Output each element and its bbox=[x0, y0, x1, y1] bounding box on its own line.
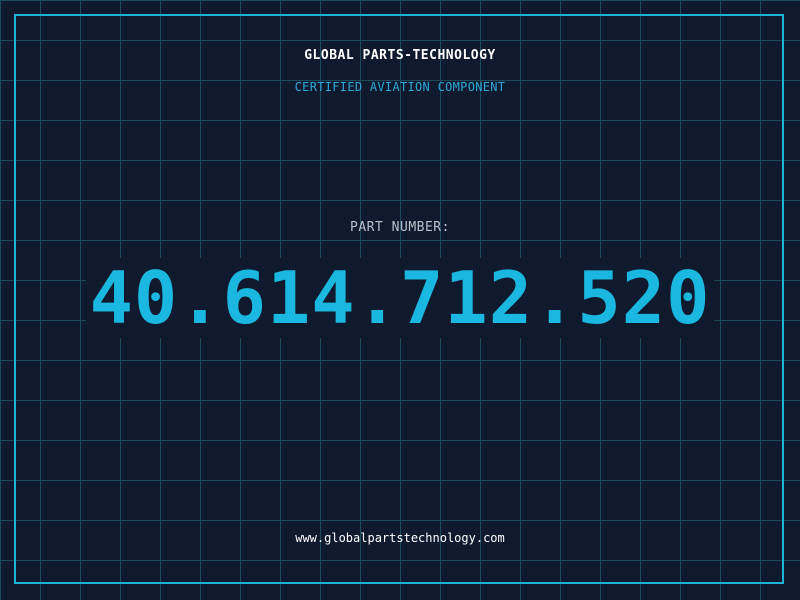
certification-subtitle: CERTIFIED AVIATION COMPONENT bbox=[294, 80, 506, 94]
part-number-container: 40.614.712.520 bbox=[0, 258, 800, 338]
website-url: www.globalpartstechnology.com bbox=[295, 531, 505, 545]
brand-title: GLOBAL PARTS-TECHNOLOGY bbox=[304, 48, 496, 63]
part-number-value: 40.614.712.520 bbox=[85, 258, 715, 338]
part-number-label: PART NUMBER: bbox=[350, 220, 450, 235]
